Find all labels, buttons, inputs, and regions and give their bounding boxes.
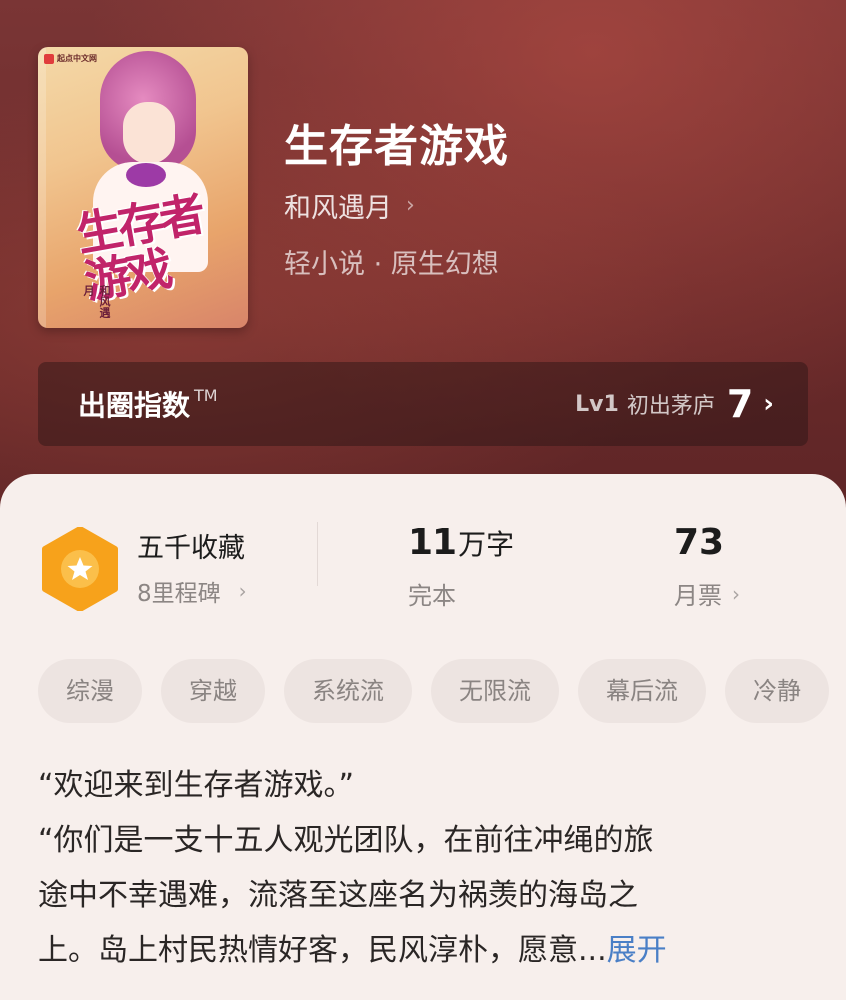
author-link[interactable]: 和风遇月 › [284, 186, 415, 225]
chevron-right-icon: › [732, 581, 740, 606]
word-count-number: 11 [408, 522, 457, 563]
index-level-name: 初出茅庐 [626, 394, 715, 419]
index-label: 出圈指数 [78, 389, 191, 422]
description-line: “欢迎来到生存者游戏。” [38, 768, 355, 803]
description-line-last: 上。岛上村民热情好客，民风淳朴，愿意...展开 [38, 923, 798, 978]
cover-publisher-text: 起点中文网 [57, 54, 97, 63]
chevron-right-icon: › [406, 193, 415, 218]
chevron-right-icon: › [238, 579, 247, 603]
popularity-index-bar[interactable]: 出圈指数 TM Lv1 初出茅庐 7 › [38, 362, 808, 446]
star-hexagon-icon [42, 527, 118, 611]
cover-character-face [123, 102, 175, 164]
book-genre: 轻小说 · 原生幻想 [284, 249, 499, 280]
tag-chip[interactable]: 系统流 [284, 659, 412, 723]
tag-chip[interactable]: 无限流 [431, 659, 559, 723]
tag-chip[interactable]: 冷静 [725, 659, 829, 723]
favorites-title[interactable]: 五千收藏 [137, 526, 245, 565]
tag-list: 综漫 穿越 系统流 无限流 幕后流 冷静 [38, 659, 846, 723]
tag-chip[interactable]: 幕后流 [578, 659, 706, 723]
book-info-panel: 五千收藏 8里程碑 › 11 万字 完本 73 月票 › 综漫 穿越 系统流 无限流幕… [0, 474, 846, 1000]
cover-publisher-logo: 起点中文网 [44, 53, 97, 64]
completion-status: 完本 [408, 582, 456, 610]
description-line-text: 上。岛上村民热情好客，民风淳朴，愿意... [38, 933, 607, 968]
monthly-votes-count[interactable]: 73 [674, 522, 724, 563]
book-header: 起点中文网 生存者游戏 和风遇月 生存者游戏 和风遇月 › 轻小说 · 原生幻想… [0, 0, 846, 520]
book-description: “欢迎来到生存者游戏。” “你们是一支十五人观光团队，在前往冲绳的旅 途中不幸遇… [38, 758, 798, 978]
publisher-logo-icon [44, 53, 54, 64]
cover-author-art: 和风遇月 [82, 285, 111, 318]
monthly-votes-link[interactable]: 月票 › [674, 576, 740, 611]
author-name: 和风遇月 [284, 193, 392, 224]
description-line: “你们是一支十五人观光团队，在前往冲绳的旅 [38, 823, 654, 858]
expand-link[interactable]: 展开 [607, 933, 667, 968]
tag-chip[interactable]: 综漫 [38, 659, 142, 723]
stats-row: 五千收藏 8里程碑 › 11 万字 完本 73 月票 › [0, 474, 846, 624]
milestone-text: 8里程碑 [137, 581, 221, 607]
cover-spine [38, 47, 46, 328]
index-score: 7 [726, 382, 754, 426]
stats-divider [317, 522, 318, 586]
index-level: Lv1 [575, 391, 619, 417]
description-line: 途中不幸遇难，流落至这座名为祸羡的海岛之 [38, 878, 638, 913]
chevron-right-icon: › [763, 389, 774, 419]
trademark-mark: TM [194, 386, 218, 405]
milestone-link[interactable]: 8里程碑 › [137, 574, 247, 608]
book-cover[interactable]: 起点中文网 生存者游戏 和风遇月 [38, 47, 248, 328]
monthly-votes-label: 月票 [674, 582, 722, 610]
index-label-group: 出圈指数 TM [78, 384, 218, 424]
index-value-group: Lv1 初出茅庐 7 › [575, 382, 774, 426]
cover-character-bow [126, 163, 166, 187]
book-title: 生存者游戏 [284, 121, 509, 172]
word-count-unit: 万字 [458, 528, 515, 561]
tag-chip[interactable]: 穿越 [161, 659, 265, 723]
word-count: 11 万字 [408, 522, 514, 563]
